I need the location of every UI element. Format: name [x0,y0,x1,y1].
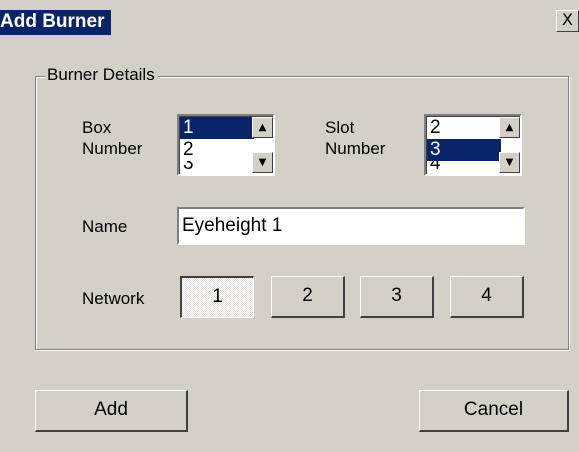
network-label: Network [82,289,145,308]
name-input[interactable] [177,207,525,245]
box-number-scroll-up[interactable]: ▲ [252,117,273,138]
name-label: Name [82,217,128,236]
arrow-down-icon: ▼ [258,157,267,168]
slot-number-label-line2: Number [325,139,386,158]
arrow-up-icon: ▲ [505,122,514,133]
network-button-3[interactable]: 3 [360,276,434,318]
network-button-4[interactable]: 4 [450,276,524,318]
box-number-item-2[interactable]: 2 [180,139,254,161]
slot-number-listbox[interactable]: 2 3 4 ▲ ▼ [424,114,522,176]
arrow-down-icon: ▼ [505,157,514,168]
arrow-up-icon: ▲ [258,122,267,133]
slot-number-scroll-down[interactable]: ▼ [499,152,520,173]
close-icon: X [562,10,573,29]
network-button-2[interactable]: 2 [271,276,345,318]
slot-number-item-2[interactable]: 2 [427,117,501,139]
burner-details-legend: Burner Details [45,64,158,86]
box-number-item-1[interactable]: 1 [180,117,254,139]
dialog-title: Add Burner [0,10,111,35]
box-number-item-partial: 3 [183,161,194,174]
box-number-label-line2: Number [82,139,143,158]
slot-number-scroll-up[interactable]: ▲ [499,117,520,138]
box-number-label-line1: Box [82,118,112,137]
add-burner-dialog: Add Burner X Burner Details Box Number 1… [0,0,579,452]
box-number-listbox[interactable]: 1 2 3 ▲ ▼ [177,114,275,176]
title-bar: Add Burner X [0,0,579,44]
cancel-button[interactable]: Cancel [419,390,569,432]
close-button[interactable]: X [556,10,579,32]
slot-number-item-3[interactable]: 3 [427,139,501,161]
slot-number-item-partial: 4 [430,161,441,174]
add-button[interactable]: Add [35,390,188,432]
box-number-scroll-down[interactable]: ▼ [252,152,273,173]
network-button-1[interactable]: 1 [180,276,254,318]
slot-number-label-line1: Slot [325,118,355,137]
